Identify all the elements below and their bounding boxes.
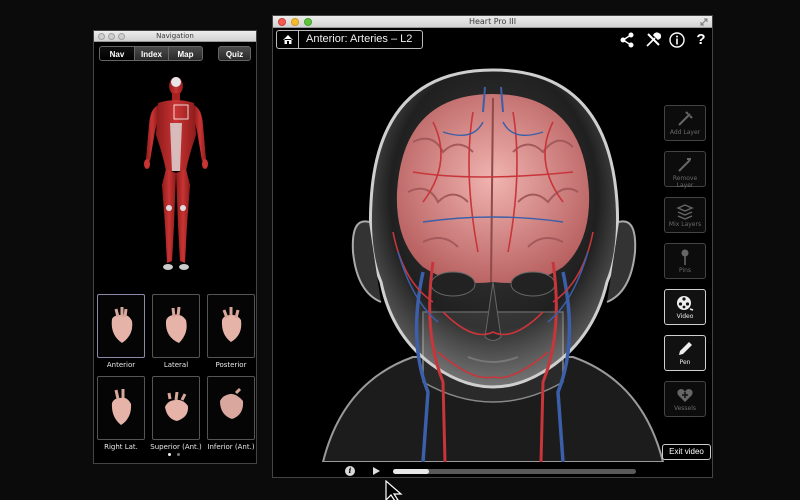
- home-icon: [282, 35, 293, 44]
- exit-video-button[interactable]: Exit video: [662, 444, 711, 460]
- head-arteries-model: [321, 68, 665, 463]
- add-layer-icon: [678, 111, 693, 126]
- breadcrumb: Anterior: Arteries – L2: [276, 30, 424, 49]
- film-reel-icon: [677, 296, 694, 311]
- view-thumb-posterior[interactable]: [207, 294, 255, 358]
- tab-map[interactable]: Map: [169, 46, 203, 61]
- nav-window-title: Navigation: [156, 32, 194, 40]
- page-dot[interactable]: [177, 453, 180, 456]
- heart-vessels-icon: [677, 389, 693, 402]
- pins-label: Pins: [678, 267, 692, 274]
- nav-tab-bar: Nav Index Map: [99, 46, 203, 61]
- view-label-right-lateral: Right Lat.: [104, 443, 138, 451]
- view-label-superior: Superior (Ant.): [150, 443, 202, 451]
- pen-label: Pen: [679, 359, 691, 366]
- home-button[interactable]: [277, 31, 299, 48]
- pen-button[interactable]: Pen: [664, 335, 706, 371]
- view-label-lateral: Lateral: [163, 361, 189, 369]
- add-layer-label: Add Layer: [669, 129, 701, 136]
- heart-superior-icon: [165, 391, 189, 421]
- heart-right-lateral-icon: [111, 389, 132, 425]
- video-label: Video: [676, 313, 694, 320]
- view-label-posterior: Posterior: [215, 361, 247, 369]
- main-window-title: Heart Pro III: [468, 17, 517, 26]
- nav-window-titlebar[interactable]: Navigation: [94, 31, 256, 42]
- current-view-title[interactable]: Anterior: Arteries – L2: [299, 31, 422, 48]
- help-icon[interactable]: ?: [693, 32, 709, 48]
- view-label-inferior: Inferior (Ant.): [207, 443, 255, 451]
- mix-layers-label: Mix Layers: [668, 221, 702, 228]
- page-dot[interactable]: [168, 453, 171, 456]
- tools-icon[interactable]: [645, 32, 661, 48]
- main-window: Heart Pro III Add Layer Remove Layer Mix…: [272, 15, 713, 478]
- heart-lateral-icon: [165, 306, 187, 343]
- play-icon[interactable]: [371, 466, 381, 476]
- tab-index[interactable]: Index: [135, 46, 169, 61]
- body-navigation-figure[interactable]: [134, 75, 218, 275]
- page-indicator[interactable]: [168, 453, 180, 456]
- info-icon[interactable]: [669, 32, 685, 48]
- view-label-anterior: Anterior: [106, 361, 136, 369]
- remove-layer-icon: [678, 158, 691, 172]
- view-thumb-right-lateral[interactable]: [97, 376, 145, 440]
- heart-inferior-icon: [220, 387, 244, 419]
- heart-anterior-icon: [111, 307, 133, 343]
- remove-layer-label: Remove Layer: [672, 175, 698, 189]
- pen-icon: [679, 342, 692, 355]
- tab-nav[interactable]: Nav: [99, 46, 135, 61]
- heart-posterior-icon: [221, 307, 242, 342]
- mix-layers-icon: [676, 204, 694, 220]
- pins-button[interactable]: Pins: [664, 243, 706, 279]
- video-controls: i: [273, 463, 712, 477]
- view-thumb-lateral[interactable]: [152, 294, 200, 358]
- quiz-button[interactable]: Quiz: [218, 46, 251, 61]
- video-progress-fill: [393, 469, 430, 474]
- view-thumb-inferior[interactable]: [207, 376, 255, 440]
- video-progress-track[interactable]: [393, 469, 636, 474]
- video-info-icon[interactable]: i: [345, 466, 355, 476]
- view-thumb-superior[interactable]: [152, 376, 200, 440]
- pin-icon: [681, 249, 689, 265]
- main-window-titlebar[interactable]: Heart Pro III: [273, 16, 712, 28]
- remove-layer-button[interactable]: Remove Layer: [664, 151, 706, 189]
- share-icon[interactable]: [619, 32, 635, 48]
- vessels-button[interactable]: Vessels: [664, 381, 706, 417]
- view-thumb-anterior[interactable]: [97, 294, 145, 358]
- mix-layers-button[interactable]: Mix Layers: [664, 197, 706, 233]
- vessels-label: Vessels: [673, 405, 697, 412]
- navigation-window: Navigation Nav Index Map Quiz Anterior L…: [93, 30, 257, 464]
- add-layer-button[interactable]: Add Layer: [664, 105, 706, 141]
- mouse-cursor-icon: [385, 480, 403, 500]
- fullscreen-icon[interactable]: [700, 18, 708, 26]
- video-button[interactable]: Video: [664, 289, 706, 325]
- anatomy-3d-viewer[interactable]: Add Layer Remove Layer Mix Layers Pins V…: [273, 52, 712, 463]
